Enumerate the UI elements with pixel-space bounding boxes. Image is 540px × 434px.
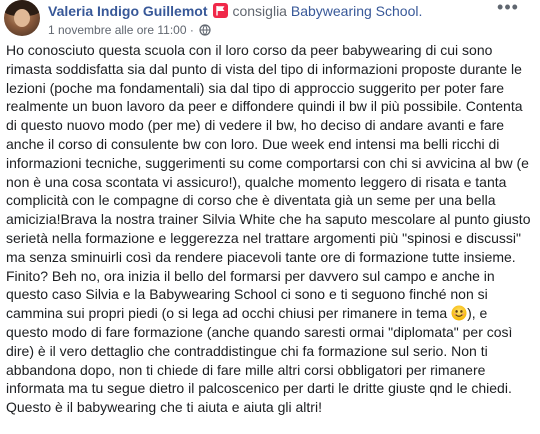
page-name-link[interactable]: Babywearing School.	[291, 3, 423, 19]
post-body: Ho conosciuto questa scuola con il loro …	[6, 41, 538, 417]
post-body-part1: Ho conosciuto questa scuola con il loro …	[6, 42, 531, 322]
avatar-face	[14, 9, 30, 27]
timestamp-link[interactable]: 1 novembre alle ore 11:00	[48, 23, 187, 37]
post-header: Valeria Indigo Guillemot consiglia Babywe…	[0, 0, 540, 44]
author-avatar[interactable]	[4, 0, 40, 36]
smiling-face-emoji	[451, 305, 467, 321]
recommend-flag-icon	[213, 3, 229, 18]
author-name-link[interactable]: Valeria Indigo Guillemot	[48, 3, 207, 19]
more-options-icon[interactable]: •••	[496, 0, 520, 18]
post-body-part2: ), e questo modo di fare formazione (anc…	[6, 305, 513, 416]
post-card: Valeria Indigo Guillemot consiglia Babywe…	[0, 0, 540, 434]
action-text: consiglia	[232, 3, 287, 19]
post-headline: Valeria Indigo Guillemot consiglia Babywe…	[48, 3, 422, 19]
meta-separator: ·	[189, 23, 194, 37]
post-meta: 1 novembre alle ore 11:00 ·	[48, 23, 211, 39]
globe-icon[interactable]	[199, 24, 211, 39]
